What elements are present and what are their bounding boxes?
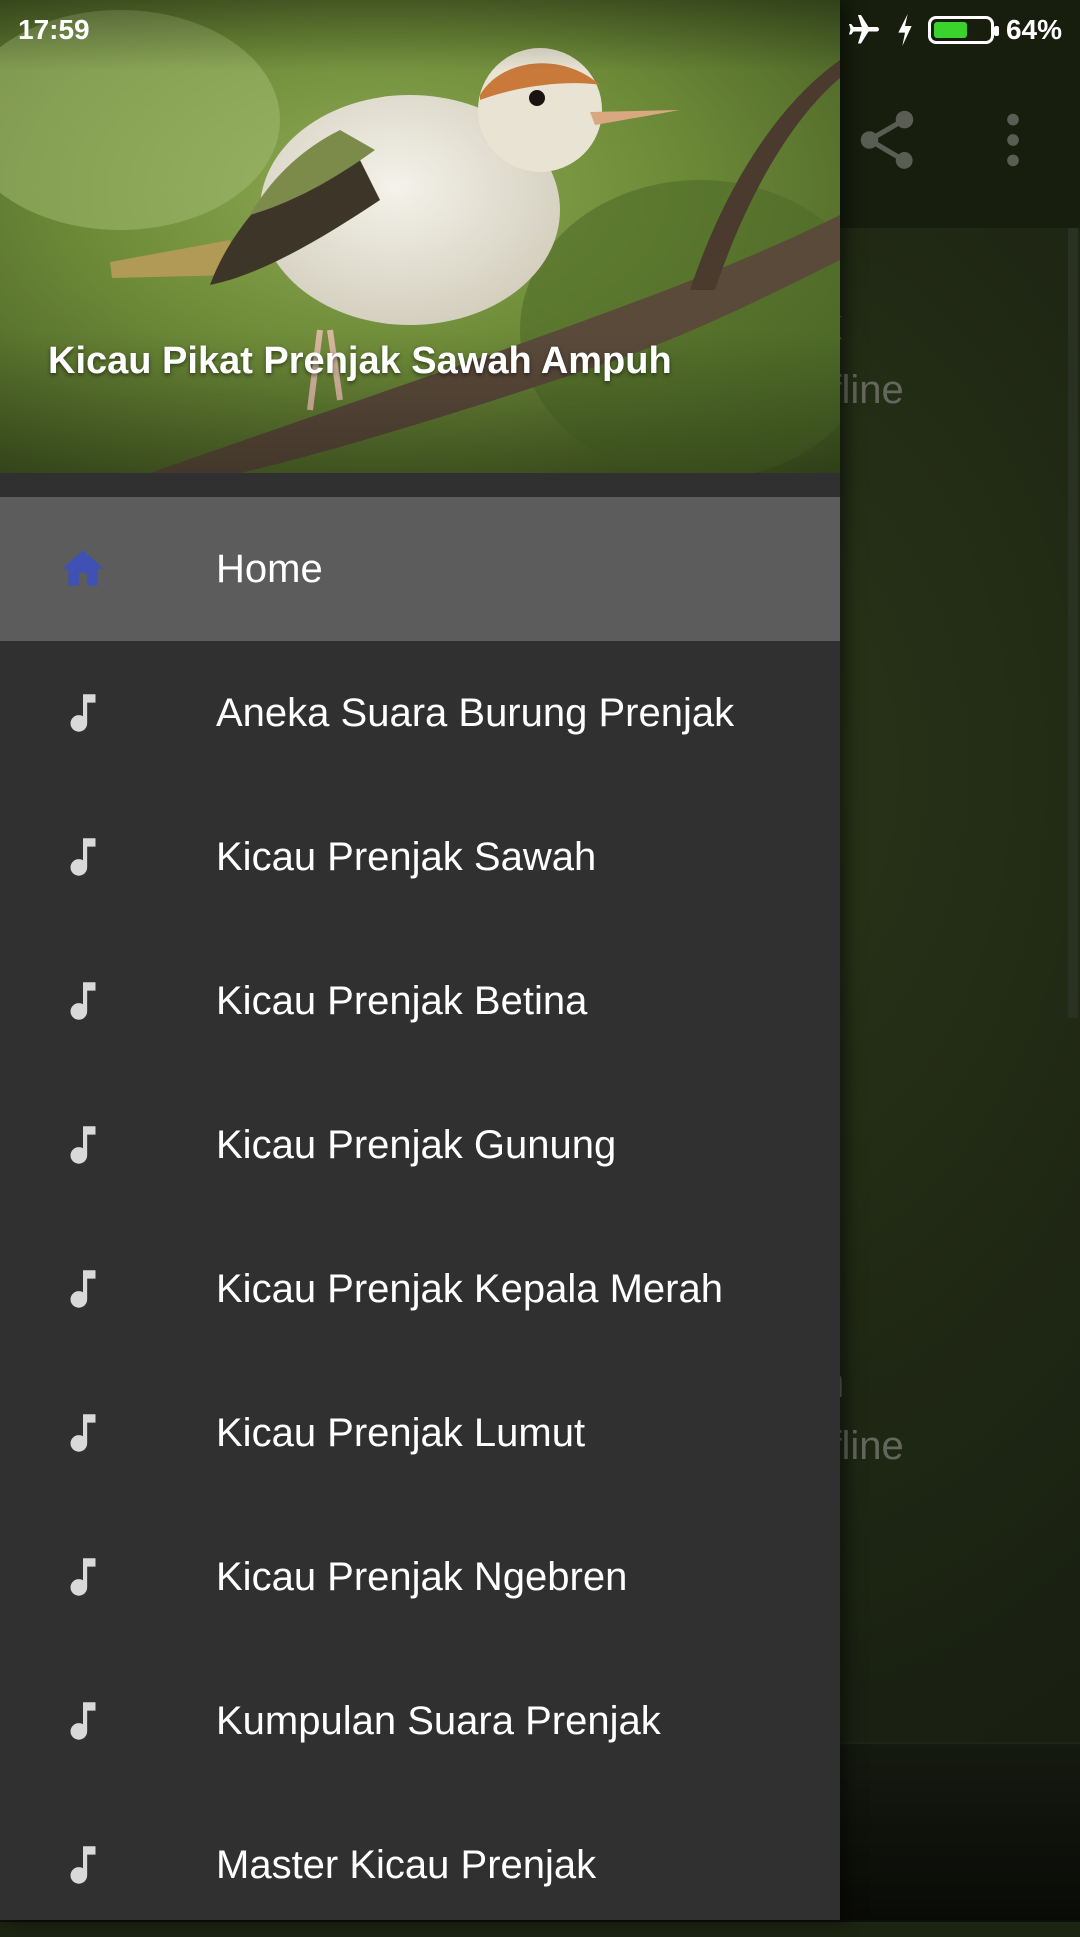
menu-item-kicau-prenjak-betina[interactable]: Kicau Prenjak Betina [0, 929, 840, 1073]
home-icon [62, 550, 104, 586]
music-note-icon [70, 982, 96, 1020]
menu-item-kicau-prenjak-lumut[interactable]: Kicau Prenjak Lumut [0, 1361, 840, 1505]
menu-item-label: Master Kicau Prenjak [216, 1842, 597, 1887]
drawer-header-title: Kicau Pikat Prenjak Sawah Ampuh [48, 340, 672, 382]
battery-fill [933, 22, 968, 38]
menu-item-label: Kumpulan Suara Prenjak [216, 1698, 661, 1743]
battery-icon [927, 16, 999, 44]
menu-item-kicau-prenjak-ngebren[interactable]: Kicau Prenjak Ngebren [0, 1505, 840, 1649]
navigation-drawer: Kicau Pikat Prenjak Sawah Ampuh Home Ane… [0, 0, 840, 1920]
music-note-icon [70, 694, 96, 732]
music-note-icon [70, 1558, 96, 1596]
menu-item-kumpulan-suara-prenjak[interactable]: Kumpulan Suara Prenjak [0, 1649, 840, 1793]
menu-item-kicau-prenjak-sawah[interactable]: Kicau Prenjak Sawah [0, 785, 840, 929]
menu-item-kicau-prenjak-kepala-merah[interactable]: Kicau Prenjak Kepala Merah [0, 1217, 840, 1361]
music-note-icon [70, 1126, 96, 1164]
airplane-mode-icon [848, 15, 879, 44]
drawer-header: Kicau Pikat Prenjak Sawah Ampuh [0, 0, 840, 473]
menu-item-label: Aneka Suara Burung Prenjak [216, 690, 735, 735]
music-note-icon [70, 1846, 96, 1884]
bird-header-image [0, 0, 840, 473]
music-note-icon [70, 1414, 96, 1452]
status-icons: 64% [846, 12, 1062, 48]
status-bar: 17:59 64% [0, 0, 1080, 60]
menu-item-kicau-prenjak-gunung[interactable]: Kicau Prenjak Gunung [0, 1073, 840, 1217]
menu-item-label: Kicau Prenjak Betina [216, 978, 588, 1023]
battery-percent: 64% [1005, 14, 1062, 45]
music-note-icon [70, 838, 96, 876]
menu-item-label: Home [216, 546, 323, 591]
menu-item-home[interactable]: Home [0, 497, 840, 641]
menu-item-aneka-suara-burung-prenjak[interactable]: Aneka Suara Burung Prenjak [0, 641, 840, 785]
menu-item-label: Kicau Prenjak Lumut [216, 1410, 586, 1455]
menu-item-label: Kicau Prenjak Gunung [216, 1122, 617, 1167]
drawer-menu: Home Aneka Suara Burung Prenjak Kicau Pr… [0, 497, 840, 1937]
menu-item-label: Kicau Prenjak Kepala Merah [216, 1266, 723, 1311]
charging-bolt-icon [898, 14, 912, 46]
menu-item-label: Kicau Prenjak Sawah [216, 834, 597, 879]
music-note-icon [70, 1702, 96, 1740]
menu-item-label: Kicau Prenjak Ngebren [216, 1554, 628, 1599]
music-note-icon [70, 1270, 96, 1308]
menu-item-master-kicau-prenjak[interactable]: Master Kicau Prenjak [0, 1793, 840, 1937]
status-time: 17:59 [18, 14, 90, 45]
